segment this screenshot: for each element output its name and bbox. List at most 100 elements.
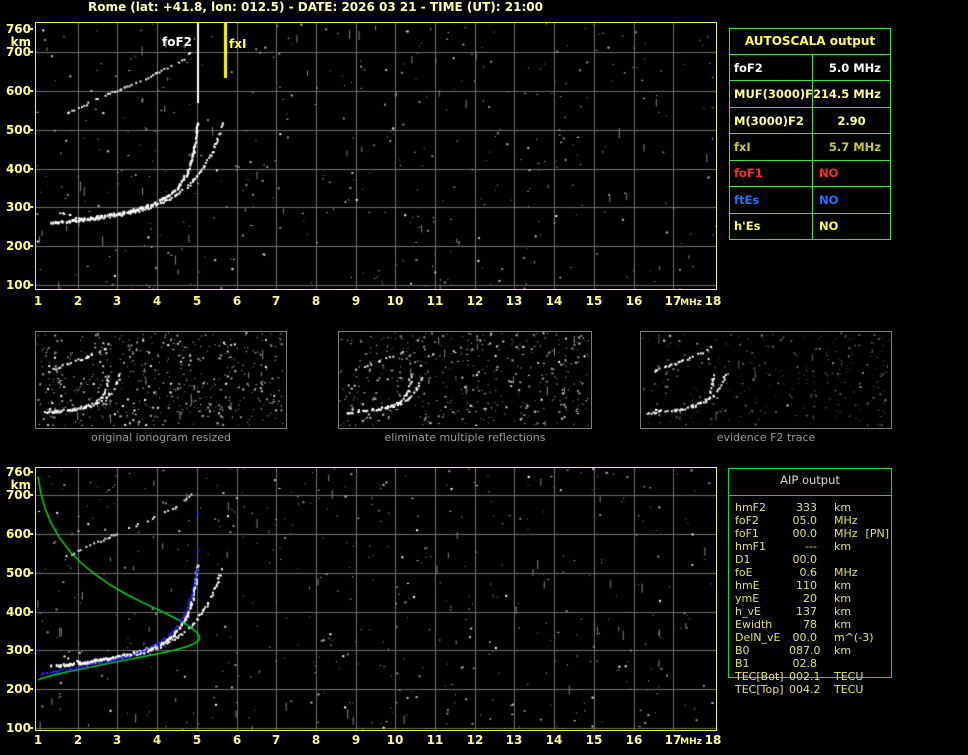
y-axis-tick (29, 206, 33, 208)
panel-original-ionogram-canvas (36, 332, 284, 426)
aip-row-label: D1 (735, 553, 751, 566)
panel-evidence-f2-trace-canvas (641, 332, 889, 426)
aip-row-unit: TECU (834, 683, 864, 696)
y-axis-tick-label: 400 (5, 162, 31, 176)
autoscala-row-label: fxI (730, 134, 813, 160)
autoscala-row-label: h'Es (730, 213, 813, 239)
aip-row-hmf1: hmF1 --- km (729, 540, 891, 553)
aip-row-label: Ewidth (735, 618, 773, 631)
aip-row-label: foF1 (735, 527, 759, 540)
x-axis-tick-label: 14 (545, 294, 563, 308)
x-axis-tick-label: 9 (351, 294, 361, 308)
autoscala-table-header: AUTOSCALA output (730, 29, 890, 55)
aip-row-value: 0.6 (799, 566, 818, 579)
autoscala-row-value: 5.7 MHz (828, 139, 881, 154)
autoscala-table-rows: foF2 5.0 MHz MUF(3000)F2 14.5 MHz M(3000)F2 2… (730, 55, 890, 239)
panel-caption-original: original ionogram resized (91, 431, 231, 444)
aip-row-value: 087.0 (789, 644, 821, 657)
aip-output-table: AIP output hmF2 333 km foF2 05.0 MHz foF1 00.0 M… (728, 468, 892, 696)
x-axis-tick-label: 1 (33, 294, 43, 308)
bottom-ionogram-plot (35, 467, 717, 731)
autoscala-row-label: foF2 (730, 55, 813, 81)
aip-row-fof2: foF2 05.0 MHz (729, 514, 891, 527)
x-axis-tick-label: 10 (386, 733, 404, 747)
x-axis-tick-label: 13 (505, 294, 523, 308)
aip-row-unit: MHz (834, 566, 858, 579)
aip-row-fof1: foF1 00.0 MHz [PN] (729, 527, 891, 540)
aip-row-b1: B1 02.8 (729, 657, 891, 670)
aip-row-yme: ymE 20 km (729, 592, 891, 605)
x-axis-tick-label: 17 (664, 294, 682, 308)
aip-row-tec-bot-: TEC[Bot] 002.1 TECU (729, 670, 891, 683)
autoscala-row-value: 14.5 MHz (820, 87, 881, 102)
x-axis-tick-label: 16 (625, 294, 643, 308)
y-axis-tick (29, 129, 33, 131)
y-axis-tick (29, 168, 33, 170)
aip-row-tec-top-: TEC[Top] 004.2 TECU (729, 683, 891, 696)
x-axis-tick-label: 2 (73, 733, 83, 747)
aip-row-unit: km (834, 592, 852, 605)
aip-row-unit: km (834, 540, 852, 553)
aip-row-value: --- (805, 540, 817, 553)
y-axis-tick-label: 760 (5, 22, 31, 36)
autoscala-row-value: NO (819, 219, 839, 234)
aip-row-value: 002.1 (789, 670, 821, 683)
autoscala-row-value: NO (819, 192, 839, 207)
x-axis-tick-label: 7 (271, 294, 281, 308)
aip-row-h-ve: h_vE 137 km (729, 605, 891, 618)
y-axis-tick (29, 90, 33, 92)
panel-evidence-f2-trace (640, 331, 892, 429)
y-axis-tick (29, 572, 33, 574)
x-axis-unit-label: MHz (680, 737, 702, 747)
y-axis-tick-label: 200 (5, 239, 31, 253)
autoscala-window: Rome (lat: +41.8, lon: 012.5) - DATE: 20… (0, 0, 968, 755)
y-axis-tick (29, 28, 33, 30)
autoscala-row-label: MUF(3000)F2 (730, 81, 821, 107)
autoscala-row-label: ftEs (730, 187, 813, 213)
autoscala-row-value: NO (819, 166, 839, 181)
aip-row-label: ymE (735, 592, 760, 605)
x-axis-tick-label: 4 (152, 294, 162, 308)
aip-row-note: [PN] (865, 527, 889, 540)
panel-caption-evidence: evidence F2 trace (716, 431, 816, 444)
panel-original-ionogram (35, 331, 287, 429)
aip-row-label: foE (735, 566, 753, 579)
foF2-marker-label: foF2 (162, 35, 193, 49)
aip-row-value: 78 (803, 618, 817, 631)
x-axis-unit-label: MHz (680, 298, 702, 308)
x-axis-tick-label: 10 (386, 294, 404, 308)
x-axis-tick-label: 8 (311, 294, 321, 308)
y-axis-tick (29, 533, 33, 535)
y-axis-tick-label: 100 (5, 721, 31, 735)
x-axis-tick-label: 9 (351, 733, 361, 747)
x-axis-tick-label: 8 (311, 733, 321, 747)
aip-table-header: AIP output (780, 473, 840, 487)
autoscala-row-fxi: fxI 5.7 MHz (730, 134, 890, 161)
x-axis-tick-label: 3 (112, 294, 122, 308)
x-axis-tick-label: 18 (704, 733, 722, 747)
autoscala-row-label: foF1 (730, 160, 813, 187)
y-axis-tick-label: 500 (5, 123, 31, 137)
y-axis-tick (29, 649, 33, 651)
x-axis-tick-label: 15 (585, 733, 603, 747)
bottom-ionogram-canvas (36, 468, 716, 730)
x-axis-tick-label: 6 (232, 294, 242, 308)
autoscala-row-label: M(3000)F2 (730, 107, 813, 134)
panel-caption-eliminate: eliminate multiple reflections (384, 431, 546, 444)
aip-row-unit: km (834, 644, 852, 657)
y-axis-tick (29, 727, 33, 729)
y-axis-tick-label: 500 (5, 566, 31, 580)
aip-row-label: TEC[Bot] (735, 670, 784, 683)
aip-row-foe: foE 0.6 MHz (729, 566, 891, 579)
aip-row-value: 02.8 (792, 657, 818, 670)
aip-row-unit: km (834, 605, 852, 618)
y-axis-tick-label: 400 (5, 605, 31, 619)
autoscala-row-fof1: foF1 NO (730, 160, 890, 188)
aip-row-unit: MHz (834, 527, 858, 540)
y-axis-tick-label: 600 (5, 84, 31, 98)
aip-table-rows: hmF2 333 km foF2 05.0 MHz foF1 00.0 MHz [PN] hmF1 -… (729, 501, 891, 696)
y-axis-tick (29, 51, 33, 53)
y-axis-tick-label: 100 (5, 278, 31, 292)
aip-row-label: foF2 (735, 514, 759, 527)
x-axis-tick-label: 12 (466, 294, 484, 308)
